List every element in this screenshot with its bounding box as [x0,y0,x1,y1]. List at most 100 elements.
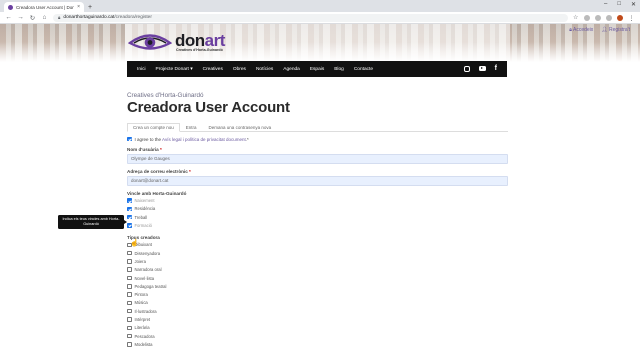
username-input[interactable]: Olympe de Gauges [127,153,508,164]
terms-link[interactable]: Avís legal i política de privacitat docu… [162,137,246,142]
tipus-checkbox[interactable] [127,259,132,264]
vincle-option-residencia[interactable]: Residència [127,205,508,213]
tipus-checkbox[interactable] [127,275,132,281]
url-host: donarthortaguinardo.cat [63,15,115,20]
window-close-button[interactable]: ✕ [631,1,636,8]
extensions-puzzle-icon[interactable] [606,14,612,21]
back-icon[interactable]: ← [5,14,12,21]
tipus-checkbox[interactable] [127,325,132,331]
tipus-option[interactable]: Modelista [127,340,508,348]
nav-item-creatives[interactable]: Creatives [203,67,223,72]
vincle-option-naixement[interactable]: Naixement [127,197,508,205]
terms-checkbox[interactable] [127,136,132,142]
tipus-option[interactable]: Novel·lista [127,274,508,282]
nav-item-blog[interactable]: Blog [334,67,344,72]
vincle-option-treball[interactable]: Treball [127,213,508,221]
tipus-checkbox[interactable] [127,267,132,272]
vincle-tooltip: Indica els teus vincles amb Horta-Guinar… [58,215,127,229]
reload-icon[interactable]: ↻ [29,14,36,22]
account-links: 🔒︎ Accedeix 👤︎ Registra't [569,27,630,33]
tipus-option[interactable]: Il·lustradora [127,307,508,315]
vincle-label: Vincle amb Horta-Guinardó [127,190,187,196]
nav-item-agenda[interactable]: Agenda [283,67,300,72]
tipus-checkbox[interactable] [127,333,132,339]
extension-icon-2[interactable] [595,14,601,21]
youtube-icon[interactable] [478,66,486,71]
tipus-option[interactable]: Música [127,299,508,307]
main-navigation: Inici Projecte Donart ▾ Creatives Obres … [127,61,507,77]
tipus-checkbox[interactable] [127,284,132,289]
tipus-option[interactable]: Narradora oral [127,266,508,274]
url-path: /creadora/register [114,15,152,20]
register-link[interactable]: 👤︎ Registra't [601,27,630,33]
vincle-option-formacio[interactable]: Formació [127,221,508,229]
window-controls: – □ ✕ [604,1,636,8]
browser-tabbar: Creadora User Account | Donart × + – □ ✕ [0,0,640,12]
browser-menu-icon[interactable]: ⋮ [628,14,635,22]
tipus-checkbox[interactable] [127,308,132,314]
favicon-icon [8,4,13,10]
tipus-option[interactable]: Literària [127,324,508,332]
url-input[interactable]: 🔒︎ donarthortaguinardo.cat/creadora/regi… [53,13,568,22]
user-icon: 👤︎ [601,27,608,33]
page-title: Creadora User Account [127,98,290,116]
account-tabs: Crea un compte nou Entra Demana una cont… [127,122,508,132]
username-label: Nom d'usuària * [127,146,162,152]
tab-password-reset[interactable]: Demana una contrasenya nova [203,123,278,131]
nav-item-noticies[interactable]: Notícies [256,67,273,72]
mouse-cursor-icon: ☝ [130,240,139,247]
tipus-option[interactable]: Pintora [127,290,508,298]
login-link[interactable]: 🔒︎ Accedeix [569,27,593,33]
lock-icon: 🔒︎ [569,27,572,33]
tipus-option[interactable]: Dibuixant [127,241,508,249]
facebook-icon[interactable]: f [495,65,497,72]
site-logo[interactable]: donart Creatives d'Horta-Guinardó [128,30,225,54]
tipus-checkbox[interactable] [127,317,132,322]
tipus-checkbox[interactable] [127,342,132,347]
tipus-option[interactable]: Dissenyadora [127,249,508,257]
vincle-checkbox[interactable] [127,198,132,203]
eye-logo-icon [128,34,172,50]
minimize-button[interactable]: – [604,1,607,8]
tipus-option[interactable]: Joiera [127,257,508,265]
tipus-checkbox[interactable] [127,250,132,256]
nav-item-inici[interactable]: Inici [137,67,146,72]
email-label: Adreça de correu electrònic * [127,168,191,174]
maximize-button[interactable]: □ [617,1,621,8]
tipus-checkbox[interactable] [127,292,132,297]
vincle-checkbox[interactable] [127,223,132,228]
tab-close-icon[interactable]: × [77,4,80,10]
vincle-checkbox[interactable] [127,206,132,212]
social-links: f [463,65,497,72]
tab-register[interactable]: Crea un compte nou [127,122,180,132]
browser-tab[interactable]: Creadora User Account | Donart × [4,2,84,12]
header-banner [0,24,640,62]
vincle-checkbox[interactable] [127,214,132,220]
email-input[interactable]: donart@donart.cat [127,175,508,186]
tipus-checkbox[interactable] [127,300,132,306]
page-subtitle: Creatives d'Horta-Guinardó [127,92,204,99]
bookmark-star-icon[interactable]: ☆ [573,15,579,21]
brand-name: donart [175,30,225,50]
nav-item-espais[interactable]: Espais [310,67,324,72]
tipus-label: Tipus creadora [127,234,160,240]
new-tab-button[interactable]: + [88,4,92,11]
nav-item-projecte[interactable]: Projecte Donart ▾ [156,67,193,72]
brand-tagline: Creatives d'Horta-Guinardó [176,47,223,52]
tipus-option[interactable]: Pedagoga teatral [127,282,508,290]
nav-item-contacte[interactable]: Contacte [354,67,373,72]
extension-icon[interactable] [584,14,590,21]
tab-login[interactable]: Entra [180,123,203,131]
main-content: Creatives d'Horta-Guinardó Creadora User… [127,92,508,349]
forward-icon[interactable]: → [17,14,24,21]
lock-icon: 🔒︎ [58,15,61,20]
home-icon[interactable]: ⌂ [41,14,48,21]
tab-title: Creadora User Account | Donart [16,4,75,10]
terms-agreement: I agree to the Avís legal i política de … [127,137,508,142]
nav-item-obres[interactable]: Obres [233,67,246,72]
instagram-icon[interactable] [463,66,470,72]
profile-avatar[interactable] [617,14,623,21]
address-bar: ← → ↻ ⌂ 🔒︎ donarthortaguinardo.cat/cread… [0,12,640,24]
tipus-option[interactable]: Pescadora [127,332,508,340]
tipus-option[interactable]: Intèrpret [127,315,508,323]
